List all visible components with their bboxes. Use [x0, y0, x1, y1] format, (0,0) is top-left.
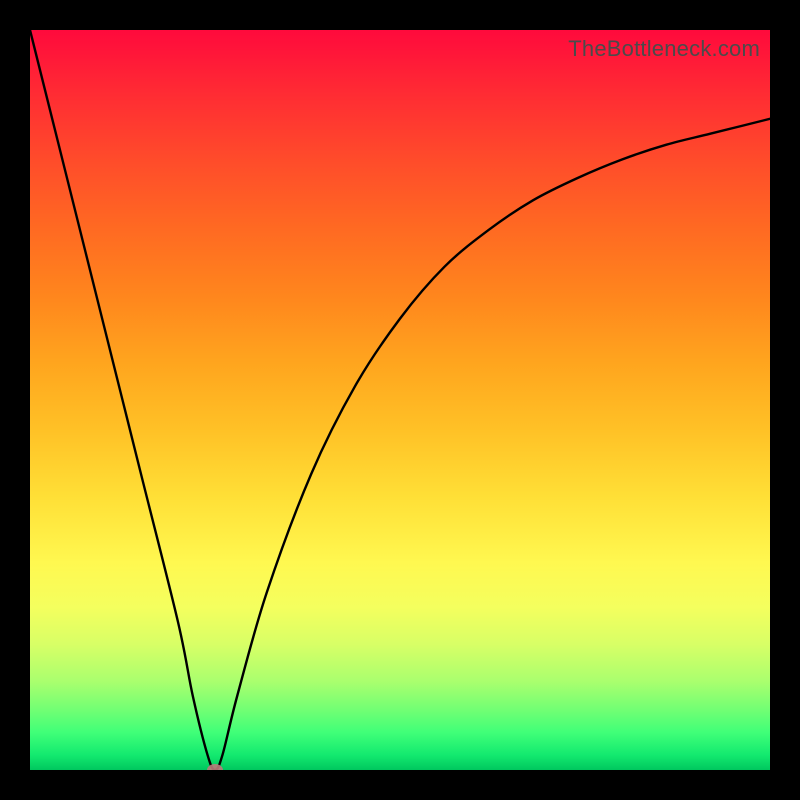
curve-layer [30, 30, 770, 770]
min-marker [207, 764, 223, 770]
chart-container: TheBottleneck.com [0, 0, 800, 800]
plot-area: TheBottleneck.com [30, 30, 770, 770]
watermark-label: TheBottleneck.com [568, 36, 760, 62]
bottleneck-curve-path [30, 30, 770, 770]
